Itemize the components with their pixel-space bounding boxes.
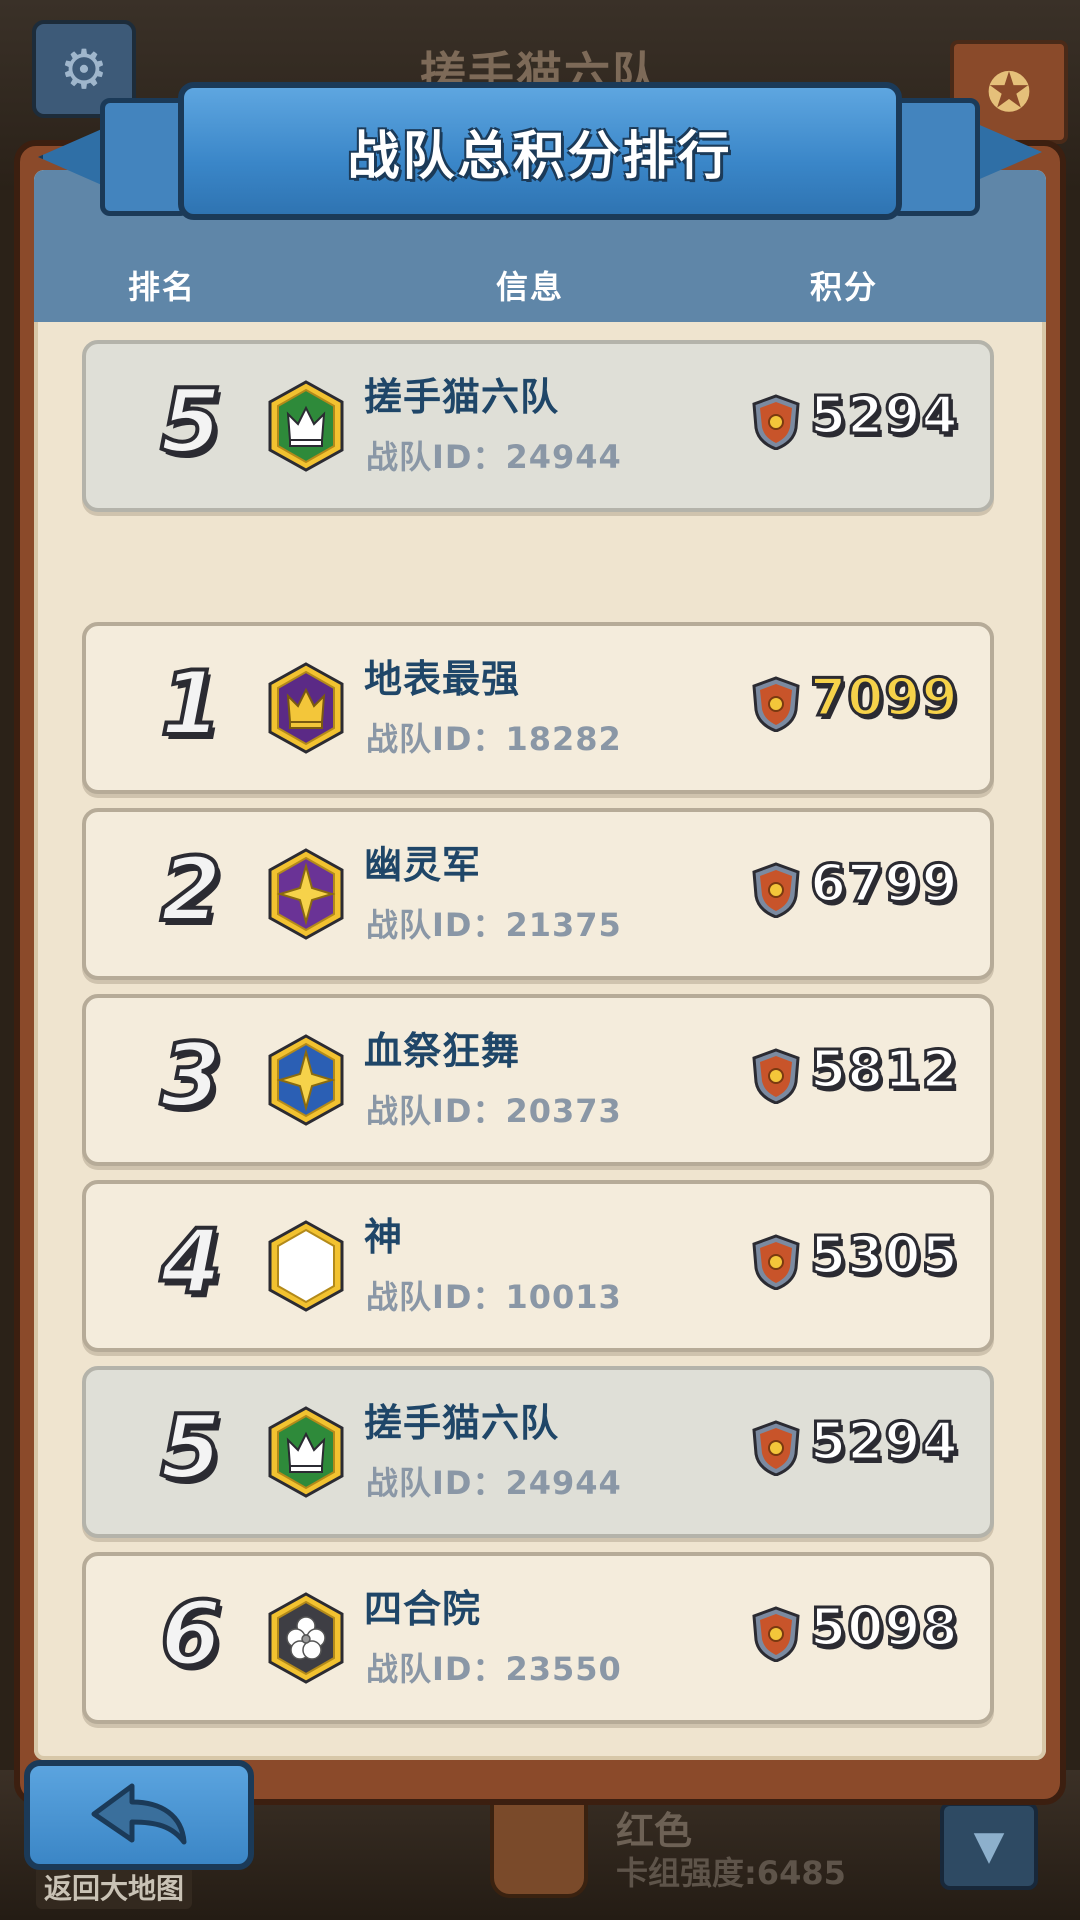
title-ribbon: 战队总积分排行 <box>178 82 902 220</box>
rank-number: 5 <box>158 370 223 474</box>
team-score: 5812 <box>809 1039 960 1102</box>
rank-number: 5 <box>158 1396 223 1500</box>
team-emblem-icon <box>268 1592 344 1684</box>
column-header-info: 信息 <box>496 268 565 306</box>
deck-strength: 卡组强度:6485 <box>616 1854 846 1892</box>
column-header-rank: 排名 <box>128 268 197 306</box>
team-emblem-icon <box>268 1220 344 1312</box>
team-score: 5294 <box>809 1411 960 1474</box>
rank-number: 3 <box>158 1024 223 1128</box>
my-team-row[interactable]: 5 搓手猫六队 战队ID：24944 5294 <box>82 340 994 512</box>
ribbon-fold-right <box>890 98 980 216</box>
team-name: 搓手猫六队 <box>364 375 560 419</box>
team-emblem-icon <box>268 662 344 754</box>
team-id: 战队ID：18282 <box>366 720 622 758</box>
leaderboard-row[interactable]: 2 幽灵军 战队ID：21375 6799 <box>82 808 994 980</box>
team-score: 5294 <box>809 385 960 448</box>
team-id: 战队ID：23550 <box>366 1650 622 1688</box>
score-shield-icon <box>752 862 800 918</box>
leaderboard-row[interactable]: 4 神 战队ID：10013 5305 <box>82 1180 994 1352</box>
team-id: 战队ID：24944 <box>366 438 622 476</box>
rank-number: 2 <box>158 838 223 942</box>
team-id: 战队ID：10013 <box>366 1278 622 1316</box>
rank-number: 1 <box>158 652 223 756</box>
score-shield-icon <box>752 1420 800 1476</box>
team-score: 5305 <box>809 1225 960 1288</box>
rank-number: 6 <box>158 1582 223 1686</box>
dropdown-chevron-icon[interactable]: ▼ <box>940 1802 1038 1890</box>
player-name: 红色 <box>616 1809 693 1853</box>
rank-number: 4 <box>158 1210 223 1314</box>
team-id: 战队ID：21375 <box>366 906 622 944</box>
team-id: 战队ID：20373 <box>366 1092 622 1130</box>
team-score: 7099 <box>809 667 960 730</box>
return-map-label: 返回大地图 <box>36 1865 193 1909</box>
team-name: 搓手猫六队 <box>364 1401 560 1445</box>
leaderboard-row[interactable]: 3 血祭狂舞 战队ID：20373 5812 <box>82 994 994 1166</box>
ribbon-fold-left <box>100 98 190 216</box>
header-scallop-edge <box>34 316 1046 326</box>
team-name: 地表最强 <box>364 657 521 701</box>
score-shield-icon <box>752 1048 800 1104</box>
team-name: 四合院 <box>364 1587 482 1631</box>
team-name: 神 <box>364 1215 404 1259</box>
team-emblem-icon <box>268 380 344 472</box>
score-shield-icon <box>752 1606 800 1662</box>
leaderboard-row-self[interactable]: 5 搓手猫六队 战队ID：24944 5294 <box>82 1366 994 1538</box>
team-emblem-icon <box>268 1406 344 1498</box>
team-emblem-icon <box>268 1034 344 1126</box>
leaderboard-row[interactable]: 1 地表最强 战队ID：18282 7099 <box>82 622 994 794</box>
back-button[interactable] <box>24 1760 254 1870</box>
score-shield-icon <box>752 394 800 450</box>
team-name: 幽灵军 <box>364 843 482 887</box>
leaderboard-row[interactable]: 6 四合院 战队ID：23550 5098 <box>82 1552 994 1724</box>
panel-title: 战队总积分排行 <box>347 126 733 187</box>
score-shield-icon <box>752 676 800 732</box>
team-emblem-icon <box>268 848 344 940</box>
back-arrow-icon <box>91 1783 187 1845</box>
team-id: 战队ID：24944 <box>366 1464 622 1502</box>
team-score: 6799 <box>809 853 960 916</box>
score-shield-icon <box>752 1234 800 1290</box>
team-name: 血祭狂舞 <box>364 1029 521 1073</box>
column-header-score: 积分 <box>810 268 879 306</box>
team-score: 5098 <box>809 1597 960 1660</box>
